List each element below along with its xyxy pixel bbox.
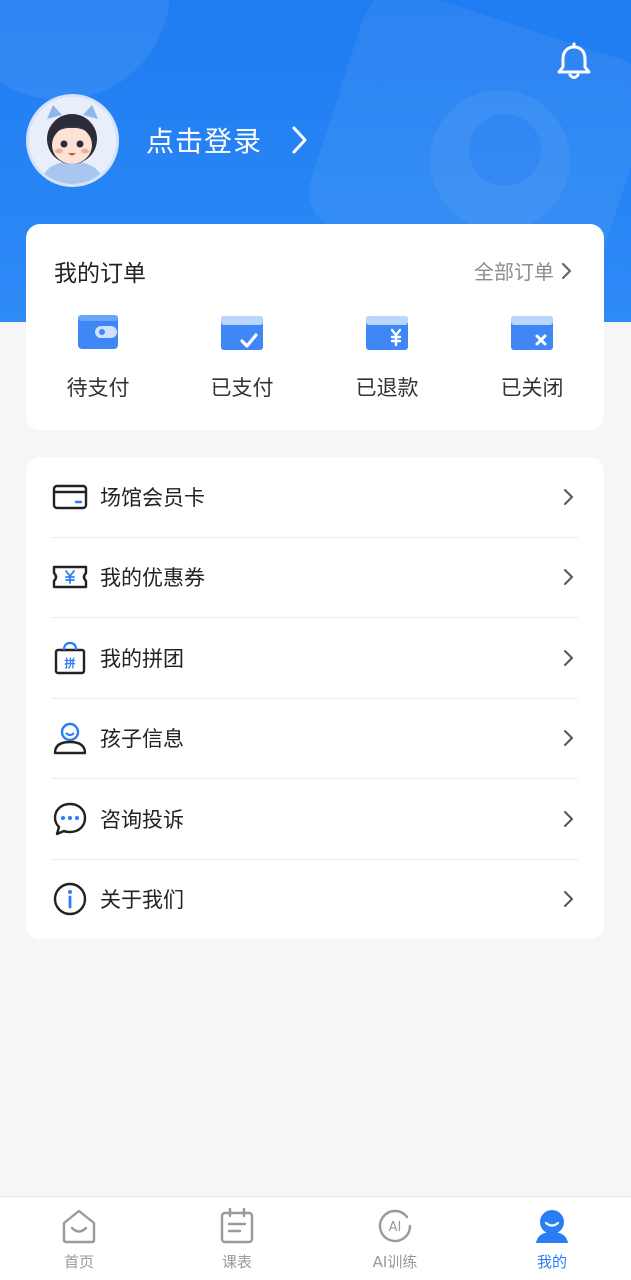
membership-card-icon <box>52 479 88 515</box>
menu-item-label: 关于我们 <box>100 888 184 912</box>
chat-bubble-icon <box>52 801 88 837</box>
tab-schedule[interactable]: 课表 <box>187 1207 287 1277</box>
card-refund-icon <box>366 316 408 350</box>
menu-item-coupons[interactable]: 我的优惠券 <box>52 537 578 617</box>
order-label: 已支付 <box>210 376 274 400</box>
order-label: 待支付 <box>66 376 130 400</box>
order-pending-payment[interactable]: 待支付 <box>38 310 158 410</box>
ai-training-icon: AI <box>378 1209 412 1243</box>
order-label: 已关闭 <box>500 376 564 400</box>
menu-item-group-buy[interactable]: 拼 我的拼团 <box>52 618 578 698</box>
bottom-tab-bar: 首页 课表 AI AI训练 我的 <box>0 1196 631 1280</box>
home-icon <box>62 1209 96 1244</box>
menu-item-about-us[interactable]: 关于我们 <box>52 859 578 939</box>
schedule-icon <box>220 1207 254 1244</box>
child-avatar-icon <box>29 97 116 184</box>
all-orders-label: 全部订单 <box>474 260 554 284</box>
tab-label: 首页 <box>63 1253 94 1271</box>
menu-card: 场馆会员卡 我的优惠券 拼 我的拼团 孩子信息 咨询投诉 关于我们 <box>26 457 604 939</box>
tab-label: AI训练 <box>372 1253 418 1271</box>
menu-item-child-info[interactable]: 孩子信息 <box>52 698 578 778</box>
group-buy-bag-icon: 拼 <box>52 640 88 676</box>
svg-text:拼: 拼 <box>65 656 76 670</box>
menu-item-label: 孩子信息 <box>100 727 184 751</box>
login-link[interactable]: 点击登录 <box>146 118 308 162</box>
all-orders-link[interactable]: 全部订单 <box>474 256 572 285</box>
chevron-right-icon <box>564 730 573 746</box>
chevron-right-icon <box>561 262 572 279</box>
menu-item-label: 咨询投诉 <box>100 808 184 832</box>
chevron-right-icon <box>564 811 573 827</box>
order-paid[interactable]: 已支付 <box>182 310 302 410</box>
menu-item-consult-complaint[interactable]: 咨询投诉 <box>52 779 578 859</box>
bell-icon[interactable] <box>554 42 594 82</box>
menu-item-label: 我的优惠券 <box>100 566 205 590</box>
tab-label: 我的 <box>536 1253 567 1271</box>
menu-item-label: 场馆会员卡 <box>100 486 205 510</box>
menu-item-membership-card[interactable]: 场馆会员卡 <box>52 457 578 537</box>
chevron-right-icon <box>564 489 573 505</box>
card-check-icon <box>221 316 263 350</box>
tab-home[interactable]: 首页 <box>29 1207 129 1277</box>
tab-profile[interactable]: 我的 <box>502 1207 602 1277</box>
card-closed-icon <box>511 316 553 350</box>
order-label: 已退款 <box>355 376 419 400</box>
child-user-icon <box>52 720 88 756</box>
chevron-right-icon <box>292 126 307 154</box>
wallet-icon <box>78 315 118 349</box>
info-icon <box>52 881 88 917</box>
orders-title: 我的订单 <box>54 261 146 287</box>
tab-ai-training[interactable]: AI AI训练 <box>345 1207 445 1277</box>
chevron-right-icon <box>564 650 573 666</box>
orders-card: 我的订单 全部订单 待支付 已支付 已退款 已关闭 <box>26 224 604 430</box>
order-closed[interactable]: 已关闭 <box>472 310 592 410</box>
coupon-icon <box>52 559 88 595</box>
chevron-right-icon <box>564 569 573 585</box>
login-label: 点击登录 <box>146 125 263 158</box>
chevron-right-icon <box>564 891 573 907</box>
avatar[interactable] <box>26 94 119 187</box>
svg-text:AI: AI <box>389 1220 402 1235</box>
order-refunded[interactable]: 已退款 <box>327 310 447 410</box>
profile-icon <box>536 1210 568 1243</box>
tab-label: 课表 <box>221 1253 252 1271</box>
menu-item-label: 我的拼团 <box>100 647 184 671</box>
